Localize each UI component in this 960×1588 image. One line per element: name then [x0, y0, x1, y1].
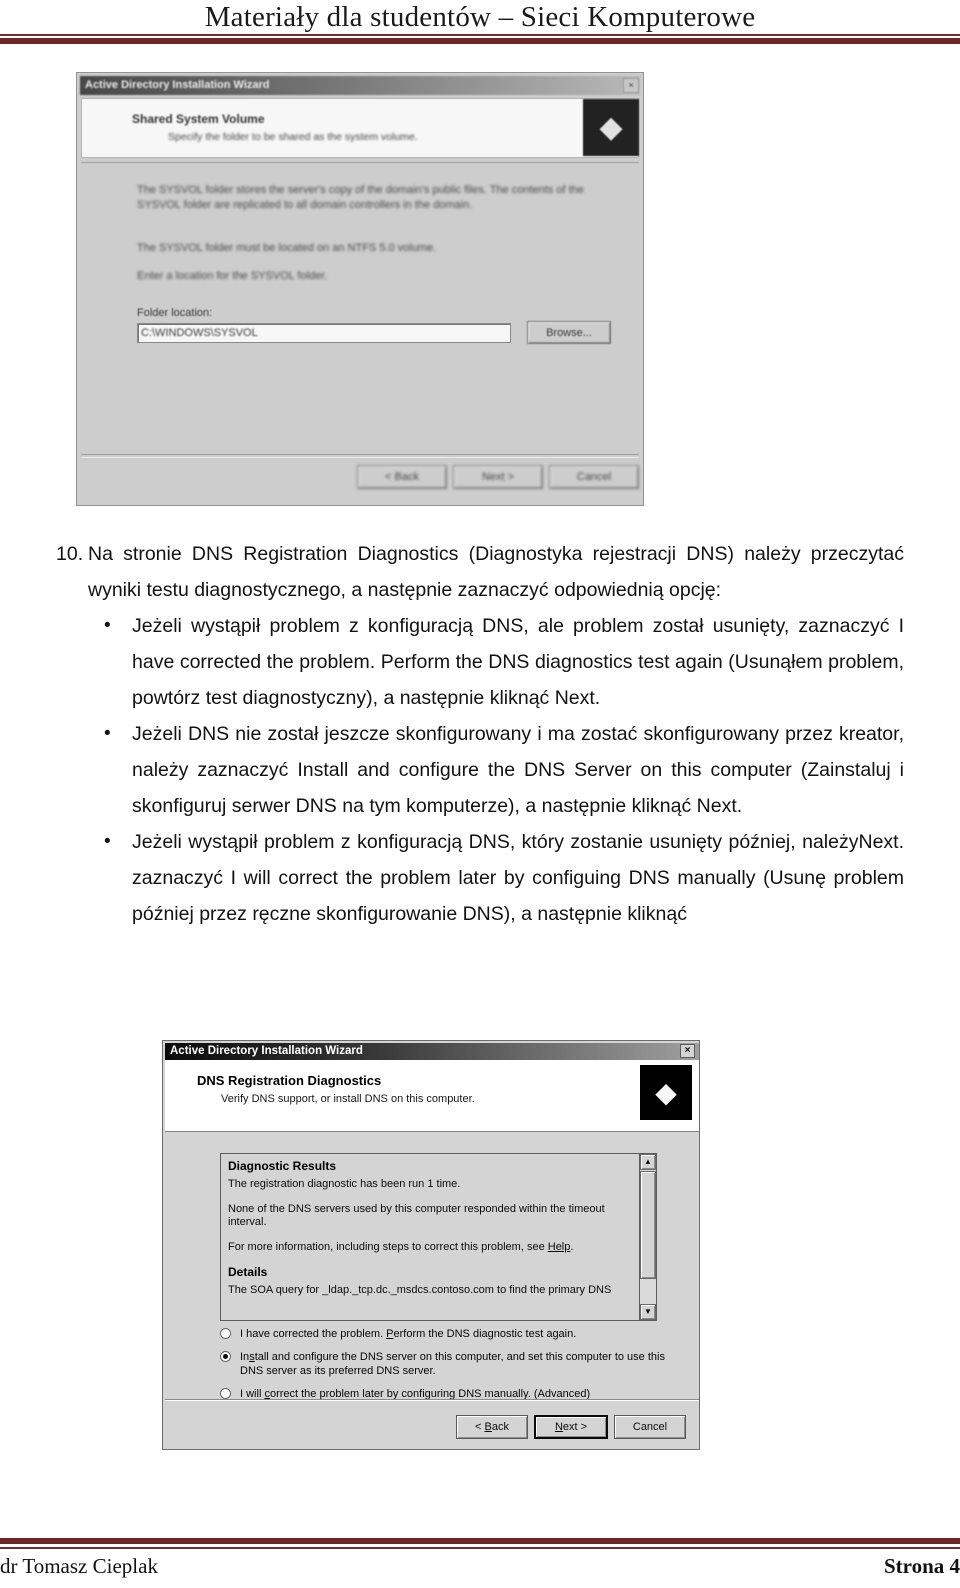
page-header: Materiały dla studentów – Sieci Komputer…	[0, 0, 960, 44]
radio-label-post: erform the DNS diagnostic test again.	[393, 1328, 577, 1340]
radio-icon[interactable]	[220, 1328, 231, 1339]
page-footer: dr Tomasz Cieplak Strona 4	[0, 1538, 960, 1588]
bullet-item-3: Next. Jeżeli wystąpił problem z konfigur…	[100, 824, 904, 932]
footer-rule-thick	[0, 1538, 960, 1544]
document-body: 10. Na stronie DNS Registration Diagnosti…	[56, 536, 904, 932]
folder-location-input[interactable]: C:\WINDOWS\SYSVOL	[137, 323, 511, 343]
back-button[interactable]: < Back	[357, 465, 447, 489]
close-icon[interactable]: ×	[623, 78, 639, 93]
bullet-list: Jeżeli wystąpił problem z konfiguracją D…	[56, 608, 904, 932]
page-header-title: Materiały dla studentów – Sieci Komputer…	[204, 1, 756, 33]
screenshot-shared-system-volume-dialog: Active Directory Installation Wizard × S…	[76, 72, 644, 506]
cancel-button[interactable]: Cancel	[614, 1415, 686, 1439]
wizard-buttons: < Back Next > Cancel	[357, 465, 639, 489]
wizard-network-icon: ◆	[583, 99, 639, 156]
diagnostic-line-4: The SOA query for _ldap._tcp.dc._msdcs.c…	[228, 1284, 612, 1296]
scrollbar[interactable]: ▲ ▼	[639, 1154, 656, 1320]
footer-author: dr Tomasz Cieplak	[0, 1554, 158, 1578]
back-button-post: ack	[491, 1421, 509, 1433]
diagnostic-results-heading: Diagnostic Results	[228, 1159, 337, 1173]
radio-icon[interactable]	[220, 1388, 231, 1399]
browse-button[interactable]: Browse...	[527, 321, 611, 344]
window-titlebar: Active Directory Installation Wizard	[165, 1043, 699, 1060]
radio-option-install-configure[interactable]: Install and configure the DNS server on …	[220, 1350, 670, 1378]
footer-page-number: Strona 4	[883, 1554, 960, 1578]
footer-rule-thin	[0, 1547, 960, 1549]
cancel-button-pre: Cancel	[632, 1421, 668, 1433]
diagnostic-line-3-post: .	[570, 1240, 574, 1253]
bullet-tail-right: Next.	[858, 831, 904, 853]
back-button[interactable]: < Back	[456, 1415, 528, 1439]
close-icon[interactable]: ×	[680, 1044, 695, 1058]
diagnostic-results-panel: Diagnostic Results The registration diag…	[220, 1153, 657, 1321]
wizard-banner-subtitle: Verify DNS support, or install DNS on th…	[221, 1093, 475, 1105]
wizard-banner-heading: DNS Registration Diagnostics	[197, 1073, 382, 1088]
back-button-pre: <	[475, 1421, 485, 1433]
radio-option-corrected[interactable]: I have corrected the problem. Perform th…	[220, 1327, 670, 1341]
body-paragraph-1: The SYSVOL folder stores the server's co…	[137, 184, 584, 211]
wizard-banner-subtitle: Specify the folder to be shared as the s…	[168, 131, 418, 143]
radio-icon-selected[interactable]	[220, 1351, 231, 1362]
folder-location-label: Folder location:	[137, 307, 213, 319]
diagnostic-line-3-pre: For more information, including steps to…	[228, 1240, 548, 1253]
wizard-body: The SYSVOL folder stores the server's co…	[81, 165, 639, 452]
radio-label-pre: I have corrected the problem.	[240, 1328, 387, 1340]
bullet-text: Jeżeli wystąpił problem z konfiguracją D…	[132, 831, 904, 925]
help-link[interactable]: Help	[548, 1241, 571, 1253]
next-button[interactable]: Next >	[534, 1415, 608, 1439]
bullet-item-1: Jeżeli wystąpił problem z konfiguracją D…	[100, 608, 904, 716]
radio-label-post: tall and configure the DNS server on thi…	[240, 1351, 665, 1377]
diagnostic-options: I have corrected the problem. Perform th…	[220, 1327, 670, 1410]
footer-divider	[165, 1399, 699, 1401]
next-button[interactable]: Next >	[453, 465, 543, 489]
scroll-up-icon[interactable]: ▲	[640, 1154, 656, 1170]
numbered-list-item-10: 10. Na stronie DNS Registration Diagnosti…	[56, 536, 904, 608]
body-paragraph-2: The SYSVOL folder must be located on an …	[137, 242, 437, 254]
wizard-banner-heading: Shared System Volume	[132, 112, 265, 126]
list-item-text: Na stronie DNS Registration Diagnostics …	[88, 543, 904, 601]
radio-label-pre: In	[240, 1351, 250, 1363]
screenshot-dns-registration-diagnostics-dialog: Active Directory Installation Wizard × D…	[162, 1040, 700, 1450]
wizard-network-icon: ◆	[640, 1065, 692, 1120]
window-titlebar: Active Directory Installation Wizard	[80, 76, 640, 95]
wizard-buttons: < Back Next > Cancel	[456, 1415, 686, 1439]
back-button-accel: B	[484, 1421, 492, 1433]
diagnostic-line-3: For more information, including steps to…	[228, 1241, 632, 1255]
bullet-text: Jeżeli DNS nie został jeszcze skonfiguro…	[132, 723, 904, 817]
diagnostic-line-2: None of the DNS servers used by this com…	[228, 1202, 605, 1229]
next-button-accel: N	[554, 1421, 563, 1433]
bullet-text: Jeżeli wystąpił problem z konfiguracją D…	[132, 615, 904, 709]
diagnostic-results-text: Diagnostic Results The registration diag…	[221, 1154, 639, 1320]
folder-location-value: C:\WINDOWS\SYSVOL	[141, 327, 258, 339]
scrollbar-thumb[interactable]	[640, 1171, 656, 1279]
wizard-banner: Shared System Volume Specify the folder …	[81, 98, 639, 158]
cancel-button[interactable]: Cancel	[549, 465, 639, 489]
next-button-post: ext >	[562, 1421, 588, 1433]
header-rule-thick	[0, 38, 960, 44]
details-heading: Details	[228, 1265, 268, 1279]
header-rule-thin	[0, 34, 960, 36]
bullet-item-2: Jeżeli DNS nie został jeszcze skonfiguro…	[100, 716, 904, 824]
footer-divider	[81, 454, 639, 458]
diagnostic-line-1: The registration diagnostic has been run…	[228, 1178, 461, 1190]
body-paragraph-3: Enter a location for the SYSVOL folder.	[137, 270, 328, 282]
list-number: 10.	[56, 543, 84, 565]
wizard-banner: DNS Registration Diagnostics Verify DNS …	[165, 1060, 699, 1132]
scroll-down-icon[interactable]: ▼	[640, 1304, 656, 1320]
